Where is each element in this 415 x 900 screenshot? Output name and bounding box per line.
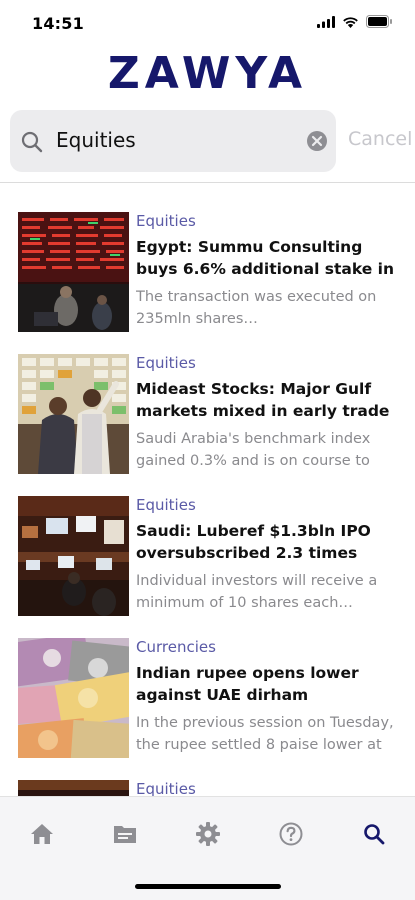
article-thumbnail — [18, 354, 129, 474]
search-bar[interactable]: Equities — [10, 110, 336, 172]
article-thumbnail — [18, 780, 129, 796]
clear-search-icon[interactable] — [306, 130, 328, 152]
article-summary: Saudi Arabia's benchmark index gained 0.… — [136, 431, 371, 469]
battery-icon — [366, 15, 392, 28]
article-headline[interactable]: Indian rupee opens lower against UAE dir… — [136, 662, 398, 706]
news-item[interactable]: Equities Mideast Stocks: Major Gulf mark… — [0, 354, 415, 484]
tab-home[interactable] — [27, 819, 57, 849]
tab-help[interactable] — [276, 819, 306, 849]
article-category: Equities — [136, 780, 196, 796]
status-time: 14:51 — [32, 14, 84, 33]
signal-icon — [317, 15, 335, 28]
news-item[interactable]: Equities Saudi: Luberef $1.3bln IPO over… — [0, 496, 415, 626]
article-thumbnail — [18, 212, 129, 332]
news-item[interactable]: Equities Egypt: Summu Consulting buys 6.… — [0, 212, 415, 342]
search-icon — [21, 131, 43, 153]
tab-settings[interactable] — [193, 819, 223, 849]
news-item[interactable]: Currencies Indian rupee opens lower agai… — [0, 638, 415, 768]
home-indicator[interactable] — [135, 884, 281, 889]
tab-search[interactable] — [359, 819, 389, 849]
status-bar: 14:51 — [0, 0, 415, 48]
article-category: Equities — [136, 212, 196, 230]
article-headline[interactable]: Saudi: Luberef $1.3bln IPO oversubscribe… — [136, 520, 398, 564]
article-thumbnail — [18, 638, 129, 758]
article-summary: In the previous session on Tuesday, the … — [136, 715, 394, 753]
article-headline[interactable]: Egypt: Summu Consulting buys 6.6% additi… — [136, 236, 398, 280]
news-icon — [114, 826, 136, 843]
help-icon — [279, 822, 303, 846]
cancel-button[interactable]: Cancel — [348, 128, 412, 150]
article-category: Equities — [136, 496, 196, 514]
home-icon — [31, 824, 53, 844]
news-item[interactable]: Equities — [0, 780, 415, 796]
article-category: Equities — [136, 354, 196, 372]
article-thumbnail — [18, 496, 129, 616]
wifi-icon — [343, 16, 358, 28]
status-icons — [317, 15, 393, 28]
article-category: Currencies — [136, 638, 216, 656]
tab-news[interactable] — [110, 819, 140, 849]
search-icon — [364, 824, 385, 845]
news-list[interactable]: Equities Egypt: Summu Consulting buys 6.… — [0, 183, 415, 796]
search-input[interactable]: Equities — [56, 128, 136, 152]
zawya-logo: ZAWYA — [107, 48, 308, 99]
article-headline[interactable]: Mideast Stocks: Major Gulf markets mixed… — [136, 378, 398, 422]
article-summary: The transaction was executed on 235mln s… — [136, 289, 377, 327]
settings-icon — [196, 822, 220, 846]
article-summary: Individual investors will receive a mini… — [136, 573, 378, 611]
